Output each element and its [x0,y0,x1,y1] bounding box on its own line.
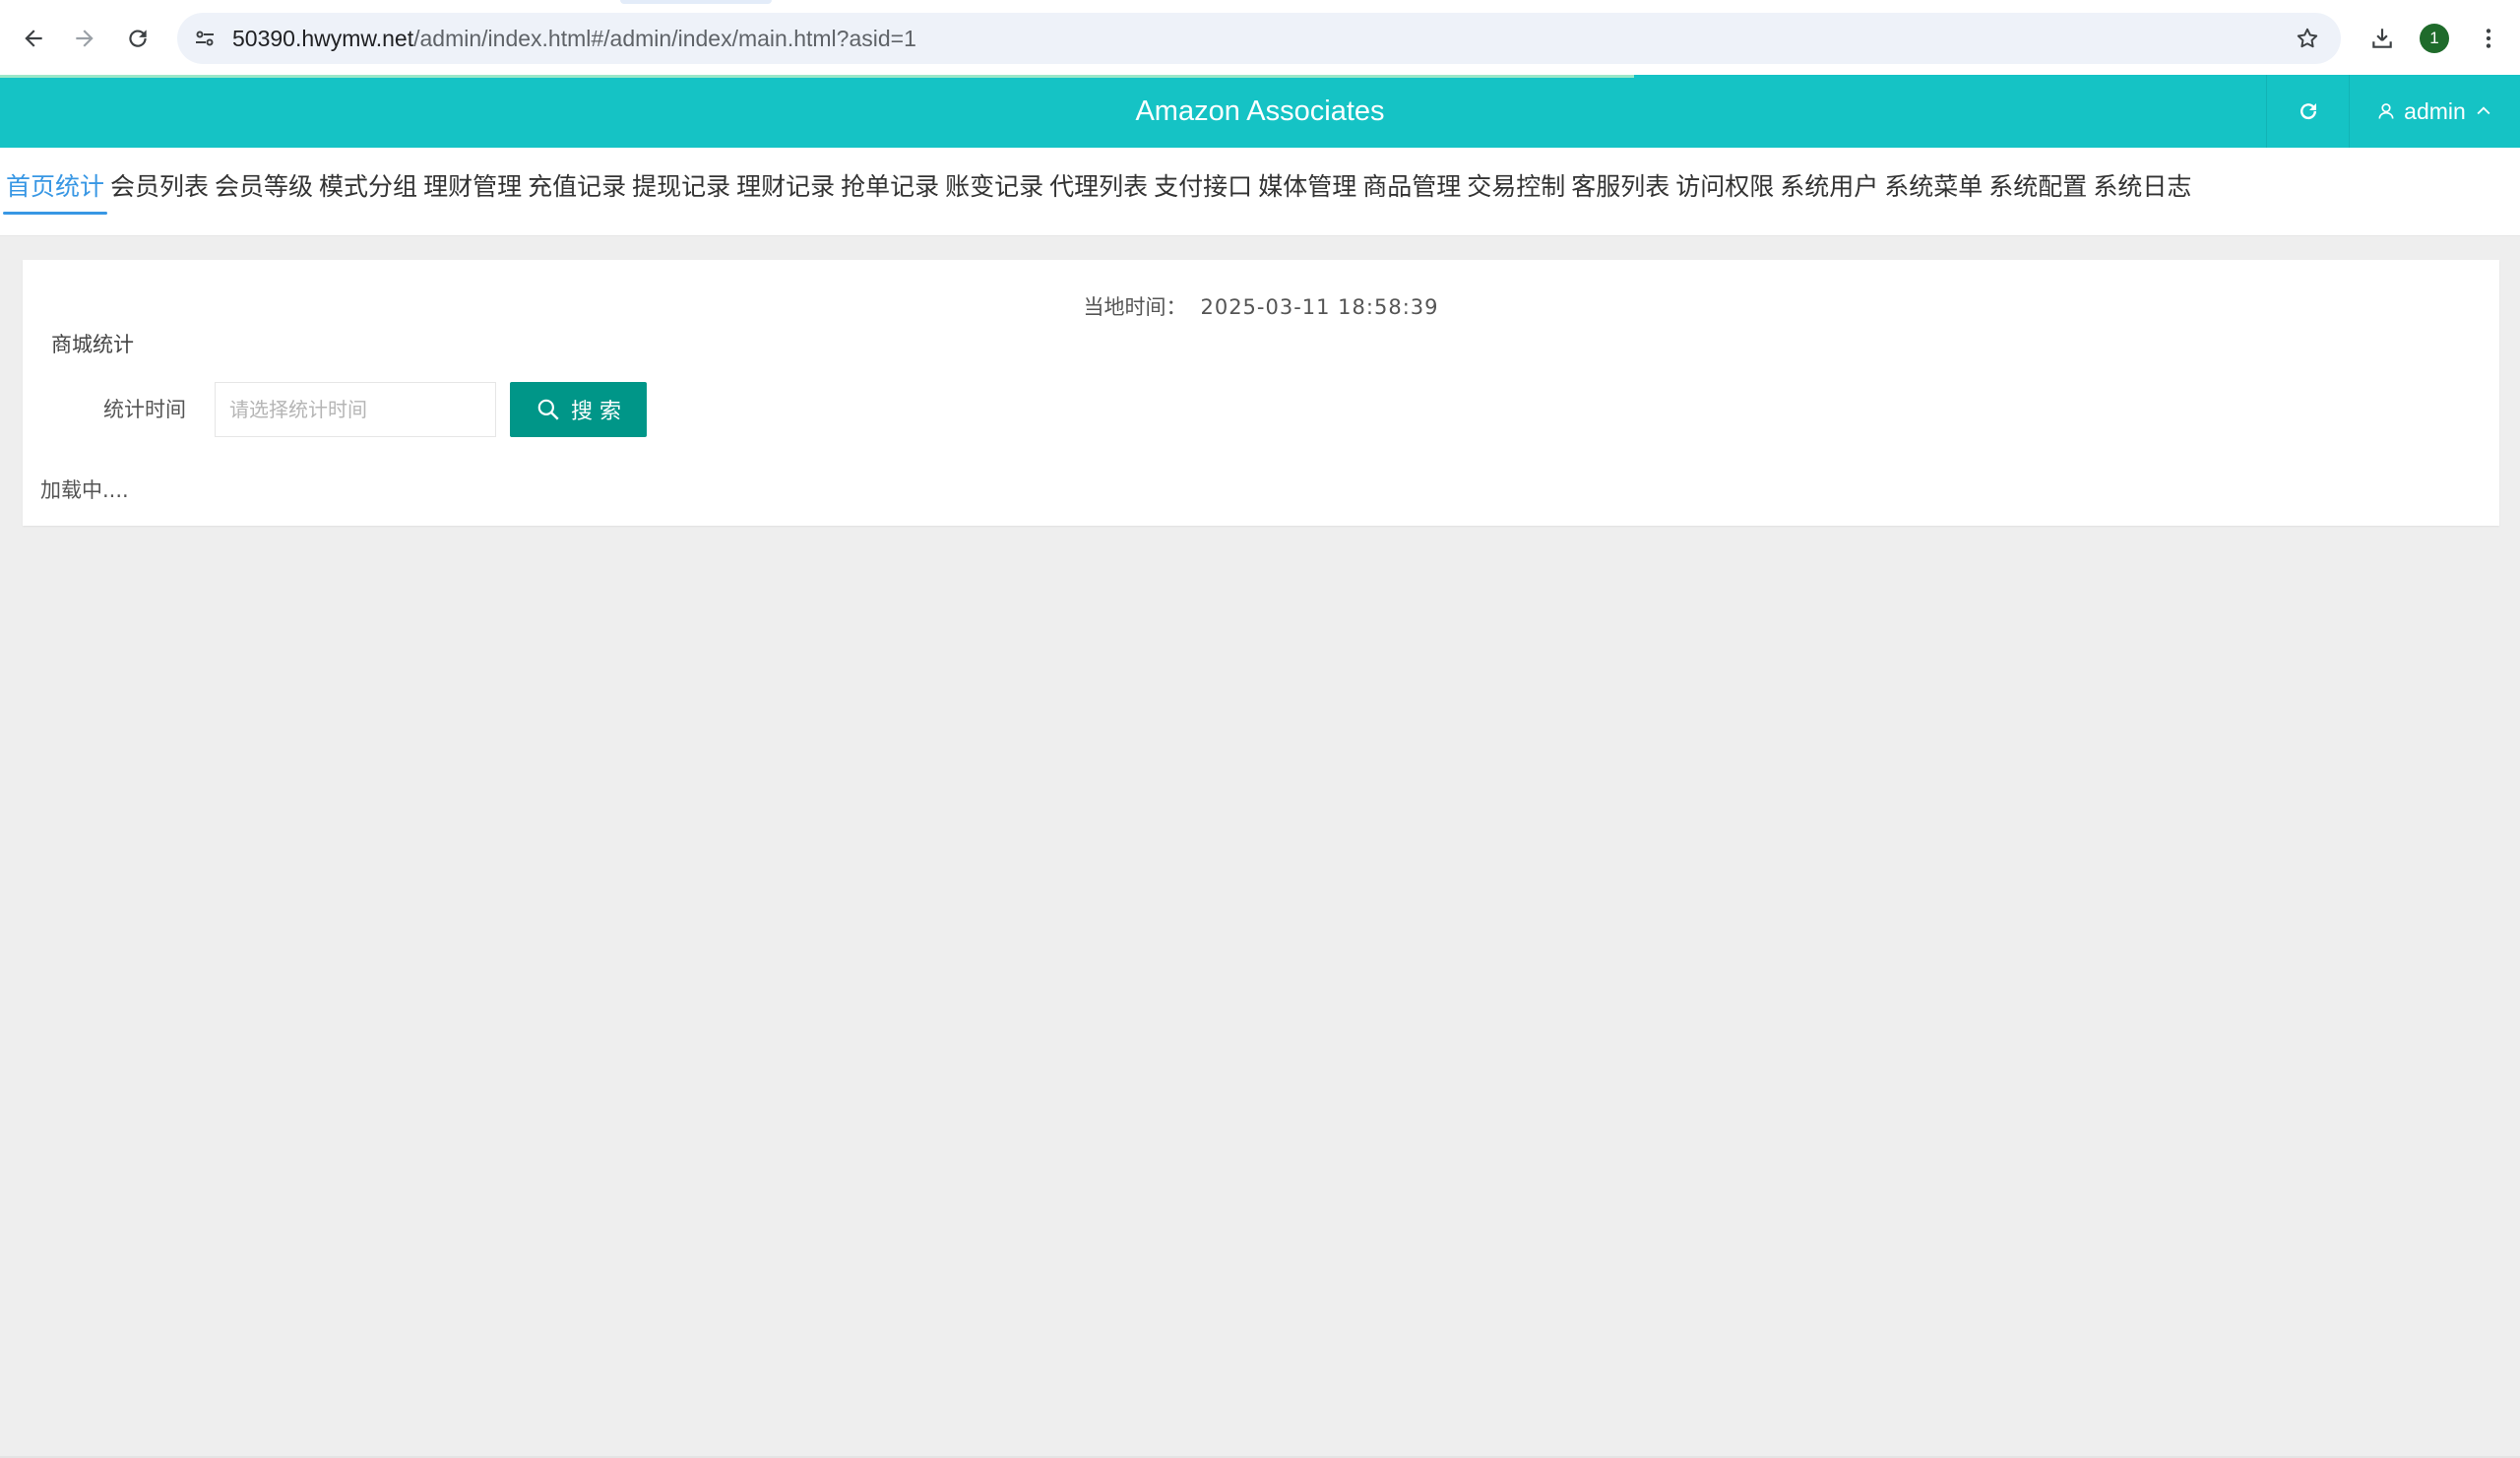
tab-system-config[interactable]: 系统配置 [1985,169,2090,215]
tab-list: 首页统计 会员列表 会员等级 模式分组 理财管理 充值记录 提现记录 理财记录 … [3,169,2194,215]
more-vertical-icon [2486,29,2491,48]
tab-member-list[interactable]: 会员列表 [107,169,212,215]
tab-account-change-records[interactable]: 账变记录 [942,169,1046,215]
tab-order-grab-records[interactable]: 抢单记录 [838,169,942,215]
app-header: Amazon Associates admin [0,75,2520,148]
forward-button[interactable] [59,13,110,64]
back-button[interactable] [8,13,59,64]
downloads-button[interactable] [2357,13,2408,64]
reload-icon [129,30,147,47]
refresh-button[interactable] [2266,75,2349,148]
tab-finance-management[interactable]: 理财管理 [420,169,525,215]
tab-finance-records[interactable]: 理财记录 [733,169,838,215]
tab-withdraw-records[interactable]: 提现记录 [629,169,733,215]
site-info-icon[interactable] [189,23,220,54]
user-menu[interactable]: admin [2349,75,2520,148]
arrow-right-icon [76,30,94,47]
search-button[interactable]: 搜 索 [510,382,647,437]
tab-mode-group[interactable]: 模式分组 [316,169,420,215]
chevron-up-icon [2477,106,2490,115]
arrow-left-icon [25,30,42,47]
local-time-label: 当地时间： [1083,295,1187,319]
card-title: 商城统计 [51,333,134,356]
profile-avatar[interactable]: 1 [2420,24,2449,53]
url-text[interactable]: 50390.hwymw.net/admin/index.html#/admin/… [232,13,916,64]
local-time: 当地时间： 2025-03-11 18:58:39 [23,291,2499,321]
url-host: 50390.hwymw.net [232,26,414,51]
browser-menu-button[interactable] [2463,13,2514,64]
tab-product-management[interactable]: 商品管理 [1359,169,1464,215]
stat-time-label: 统计时间 [103,398,186,421]
tab-media-management[interactable]: 媒体管理 [1255,169,1359,215]
tab-payment-interface[interactable]: 支付接口 [1151,169,1255,215]
tab-system-menu[interactable]: 系统菜单 [1881,169,1985,215]
stats-card: 当地时间： 2025-03-11 18:58:39 商城统计 统计时间 搜 索 加… [23,260,2499,526]
tab-recharge-records[interactable]: 充值记录 [525,169,629,215]
bookmark-star-icon[interactable] [2292,23,2323,54]
user-icon [2378,103,2394,119]
url-path: /admin/index.html#/admin/index/main.html… [413,26,916,51]
download-icon [2372,29,2392,48]
active-tab-indicator [620,0,772,4]
refresh-icon [2300,103,2316,120]
tab-system-logs[interactable]: 系统日志 [2090,169,2194,215]
tab-customer-service-list[interactable]: 客服列表 [1568,169,1672,215]
tab-trade-control[interactable]: 交易控制 [1464,169,1568,215]
tab-member-level[interactable]: 会员等级 [212,169,316,215]
tab-agent-list[interactable]: 代理列表 [1046,169,1151,215]
local-time-value: 2025-03-11 18:58:39 [1200,295,1439,319]
browser-toolbar: 50390.hwymw.net/admin/index.html#/admin/… [0,0,2520,75]
tab-access-permissions[interactable]: 访问权限 [1672,169,1777,215]
module-tab-bar: 首页统计 会员列表 会员等级 模式分组 理财管理 充值记录 提现记录 理财记录 … [0,148,2520,236]
search-icon [537,399,559,420]
tab-home-stats[interactable]: 首页统计 [3,169,108,215]
address-bar[interactable]: 50390.hwymw.net/admin/index.html#/admin/… [177,13,2341,64]
search-button-label: 搜 索 [571,400,621,424]
stat-time-input[interactable] [215,382,496,437]
tab-system-users[interactable]: 系统用户 [1777,169,1881,215]
user-name: admin [2404,97,2466,124]
app-title: Amazon Associates [1135,95,1385,127]
reload-button[interactable] [112,13,163,64]
loading-text: 加载中.... [40,478,129,502]
